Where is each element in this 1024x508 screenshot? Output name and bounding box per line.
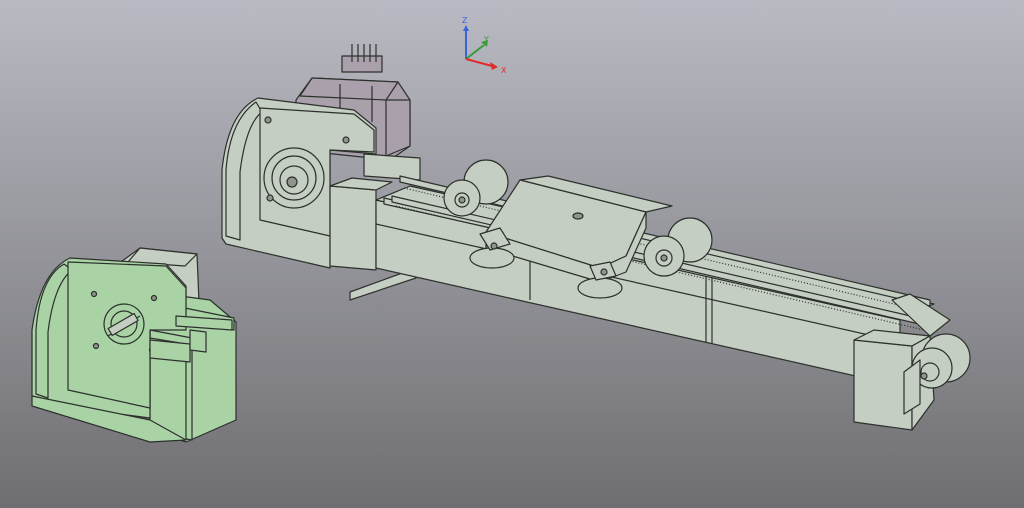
x-axis-label: X <box>501 66 507 75</box>
z-axis-label: Z <box>462 16 468 25</box>
3d-viewport[interactable]: Z Y X <box>0 0 1024 508</box>
y-axis-label: Y <box>483 35 489 44</box>
cad-scene[interactable]: Z Y X <box>0 0 1024 508</box>
